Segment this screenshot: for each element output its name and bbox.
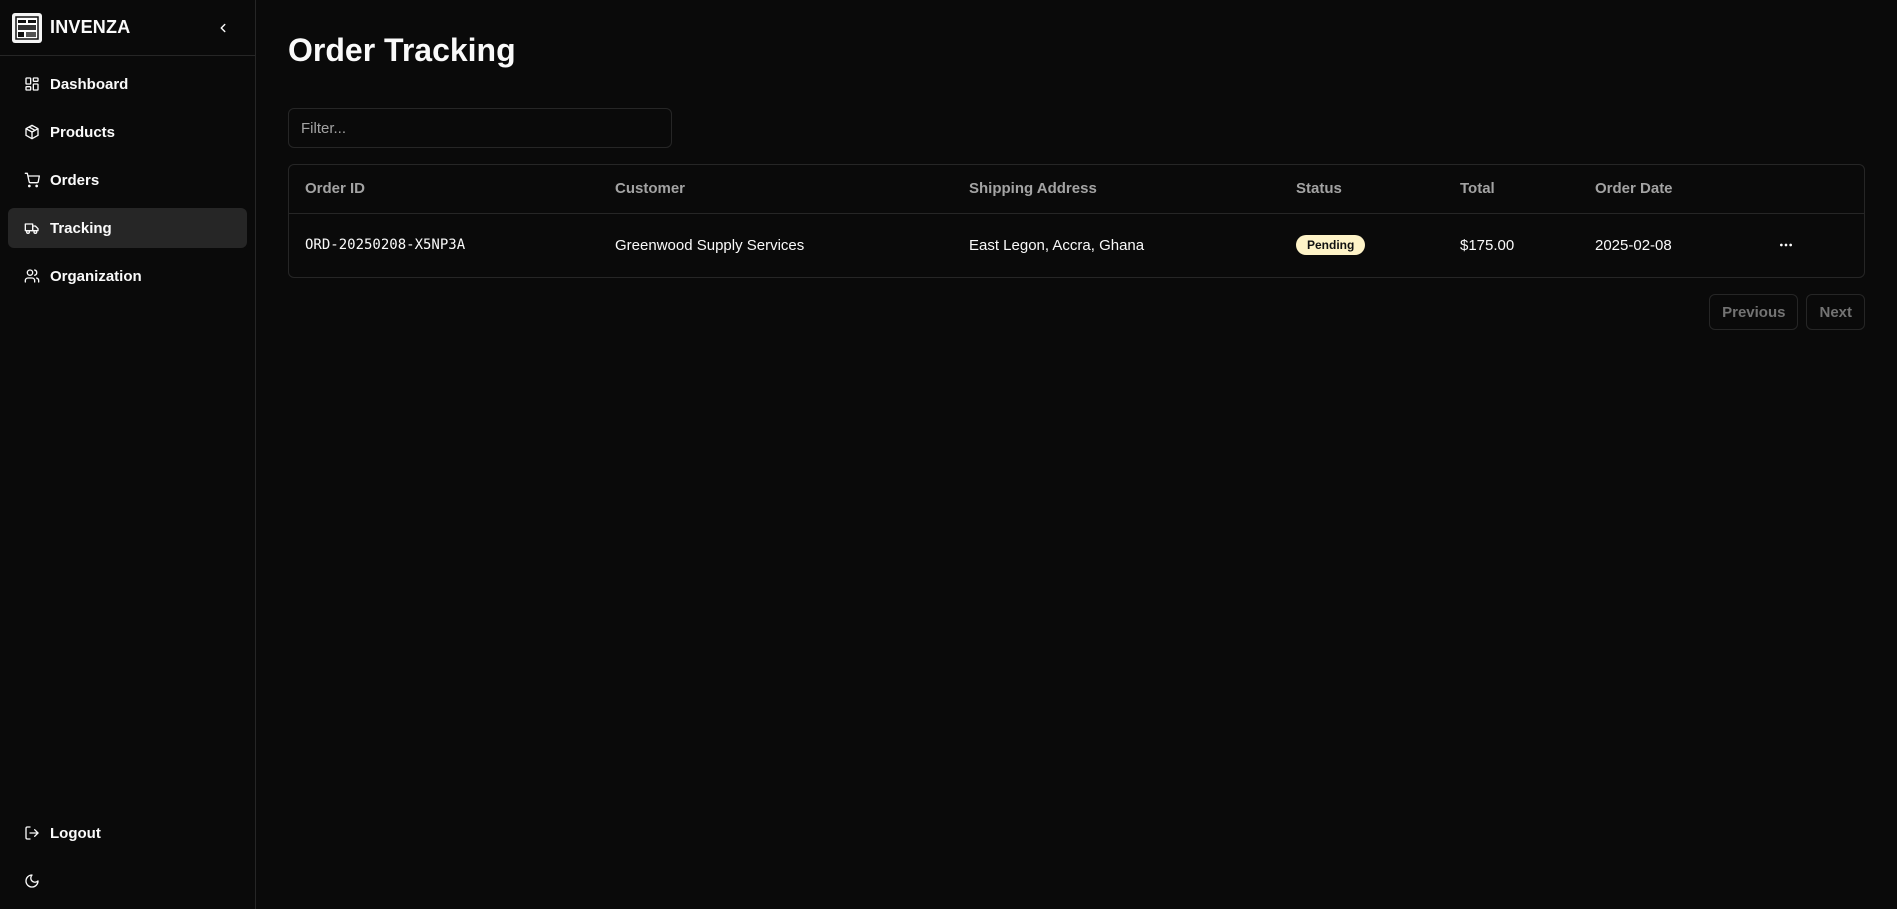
- column-header-shipping-address[interactable]: Shipping Address: [953, 165, 1280, 214]
- brand-name: INVENZA: [50, 17, 131, 37]
- main-content: Order Tracking Order ID Customer Shippin…: [256, 0, 1897, 909]
- sidebar-footer: Logout: [0, 813, 255, 909]
- package-icon: [25, 124, 39, 140]
- orders-table: Order ID Customer Shipping Address Statu…: [288, 164, 1865, 278]
- page-title: Order Tracking: [288, 32, 516, 68]
- previous-page-button[interactable]: Previous: [1709, 294, 1799, 330]
- total-cell: $175.00: [1460, 236, 1515, 254]
- logout-icon: [25, 826, 39, 840]
- column-header-status[interactable]: Status: [1280, 165, 1444, 214]
- moon-icon: [25, 874, 39, 888]
- sidebar-item-organization[interactable]: Organization: [8, 256, 247, 296]
- order-id-cell: ORD-20250208-X5NP3A: [305, 237, 466, 254]
- status-cell: Pending: [1280, 213, 1444, 277]
- logout-button[interactable]: Logout: [8, 813, 247, 853]
- customer-cell: Greenwood Supply Services: [615, 236, 805, 254]
- column-header-customer[interactable]: Customer: [599, 165, 953, 214]
- status-badge: Pending: [1296, 235, 1366, 256]
- cart-icon: [24, 172, 40, 188]
- users-icon: [24, 269, 40, 283]
- pagination: Previous Next: [288, 294, 1865, 330]
- brand-header: INVENZA: [0, 0, 255, 56]
- actions-cell: [1754, 213, 1864, 277]
- sidebar-item-tracking[interactable]: Tracking: [8, 208, 247, 248]
- table-header-row: Order ID Customer Shipping Address Statu…: [289, 165, 1864, 214]
- more-horizontal-icon: [1780, 243, 1792, 247]
- app-root: INVENZA Dashboard Products Orders Tracki…: [0, 0, 1897, 909]
- column-header-order-id[interactable]: Order ID: [289, 165, 599, 214]
- collapse-sidebar-button[interactable]: [213, 18, 233, 38]
- truck-icon: [24, 223, 39, 234]
- sidebar-item-label: Orders: [50, 171, 100, 189]
- dashboard-icon: [25, 77, 39, 91]
- column-header-actions: [1754, 165, 1864, 214]
- sidebar-item-products[interactable]: Products: [8, 112, 247, 152]
- sidebar-item-label: Organization: [50, 267, 142, 285]
- row-actions-button[interactable]: [1770, 229, 1802, 261]
- column-header-total[interactable]: Total: [1444, 165, 1579, 214]
- chevron-left-icon: [220, 23, 226, 33]
- address-cell: East Legon, Accra, Ghana: [969, 236, 1145, 254]
- next-page-button[interactable]: Next: [1806, 294, 1865, 330]
- sidebar-item-orders[interactable]: Orders: [8, 160, 247, 200]
- filter-input[interactable]: [288, 108, 672, 148]
- logout-label: Logout: [50, 824, 101, 842]
- sidebar-item-label: Dashboard: [50, 75, 129, 93]
- column-header-order-date[interactable]: Order Date: [1579, 165, 1754, 214]
- theme-toggle-button[interactable]: [8, 861, 247, 901]
- sidebar-item-dashboard[interactable]: Dashboard: [8, 64, 247, 104]
- sidebar: INVENZA Dashboard Products Orders Tracki…: [0, 0, 256, 909]
- order-date-cell: 2025-02-08: [1595, 236, 1672, 254]
- sidebar-nav: Dashboard Products Orders Tracking Organ…: [0, 56, 255, 304]
- table-row[interactable]: ORD-20250208-X5NP3A Greenwood Supply Ser…: [289, 213, 1864, 277]
- sidebar-item-label: Tracking: [50, 219, 112, 237]
- logo: [12, 12, 42, 43]
- sidebar-item-label: Products: [50, 123, 116, 141]
